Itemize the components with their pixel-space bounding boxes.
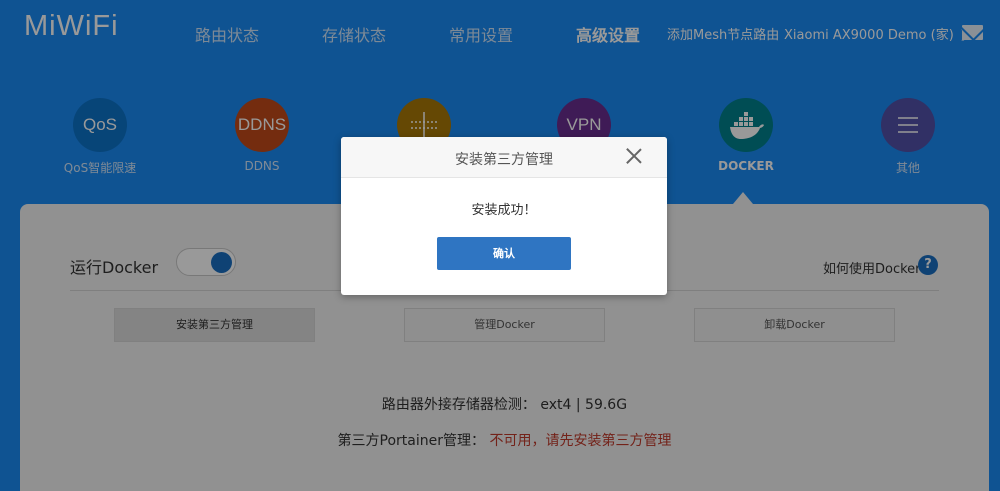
dialog-title: 安装第三方管理: [455, 152, 553, 168]
close-icon[interactable]: [625, 147, 643, 165]
confirm-button[interactable]: 确认: [437, 237, 571, 270]
install-dialog: 安装第三方管理 安装成功！ 确认: [341, 137, 667, 295]
dialog-header: 安装第三方管理: [341, 137, 667, 178]
dialog-message: 安装成功！: [471, 203, 537, 218]
